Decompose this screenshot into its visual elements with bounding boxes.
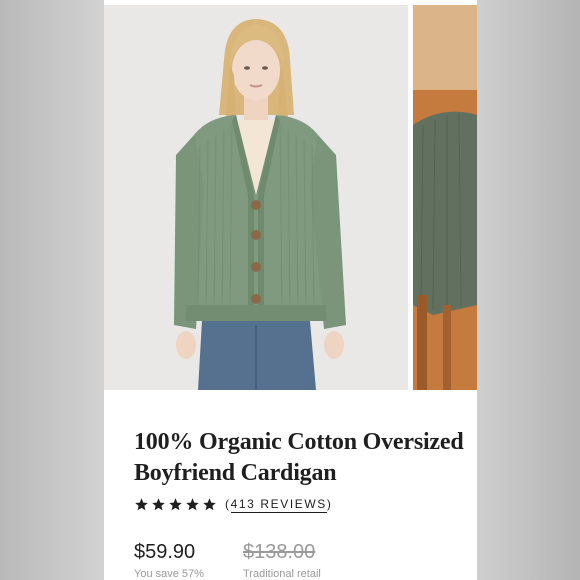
reviews-link[interactable]: (413 REVIEWS) xyxy=(225,497,333,513)
star-icon xyxy=(169,497,182,510)
price-row: $59.90 $138.00 You save 57% Traditional … xyxy=(134,541,454,580)
product-card: 100% Organic Cotton Oversized Boyfriend … xyxy=(104,0,477,580)
star-rating xyxy=(134,497,217,512)
rating-row[interactable]: (413 REVIEWS) xyxy=(134,495,333,513)
star-icon xyxy=(152,497,165,510)
background-right xyxy=(477,0,580,580)
product-image-next[interactable] xyxy=(413,5,477,390)
star-icon xyxy=(203,497,216,510)
product-title: 100% Organic Cotton Oversized Boyfriend … xyxy=(134,429,464,486)
background-left xyxy=(0,0,104,580)
original-price: $138.00 xyxy=(243,541,316,563)
sale-price: $59.90 xyxy=(134,541,196,563)
product-image-main[interactable] xyxy=(104,5,408,390)
product-info: 100% Organic Cotton Oversized Boyfriend … xyxy=(104,390,477,580)
original-price-label: Traditional retail xyxy=(243,568,321,580)
reviews-open-paren: ( xyxy=(225,497,231,511)
star-icon xyxy=(135,497,148,510)
image-carousel[interactable] xyxy=(104,0,477,390)
reviews-count[interactable]: 413 REVIEWS xyxy=(230,497,327,513)
star-icon xyxy=(186,497,199,510)
savings-label: You save 57% xyxy=(134,568,204,580)
reviews-close-paren: ) xyxy=(326,497,333,511)
